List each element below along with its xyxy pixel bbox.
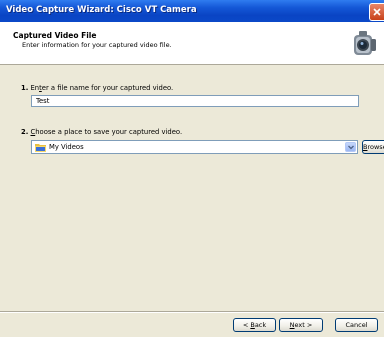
filename-label: 1. Enter a file name for your captured v… [21, 84, 174, 92]
save-location-select[interactable]: My Videos [31, 140, 358, 154]
title-bar[interactable]: Video Capture Wizard: Cisco VT Camera [0, 0, 384, 22]
filename-input[interactable] [31, 95, 359, 107]
dropdown-button[interactable] [345, 142, 356, 152]
close-button[interactable] [369, 3, 384, 21]
browse-button[interactable]: Browse... [362, 140, 384, 154]
close-icon [373, 8, 381, 16]
page-title: Captured Video File [13, 31, 97, 40]
wizard-window: Video Capture Wizard: Cisco VT Camera Ca… [0, 0, 384, 337]
chevron-down-icon [348, 145, 354, 150]
next-button[interactable]: Next > [279, 318, 323, 332]
footer-divider [0, 311, 384, 313]
window-title: Video Capture Wizard: Cisco VT Camera [6, 5, 197, 15]
save-location-value: My Videos [49, 143, 84, 151]
video-camera-icon [354, 31, 376, 55]
save-location-label: 2. Choose a place to save your captured … [21, 128, 183, 136]
folder-icon [35, 144, 46, 152]
back-button[interactable]: < Back [233, 318, 276, 332]
wizard-header: Captured Video File Enter information fo… [0, 22, 384, 65]
page-subtitle: Enter information for your captured vide… [22, 41, 172, 49]
cancel-button[interactable]: Cancel [335, 318, 378, 332]
